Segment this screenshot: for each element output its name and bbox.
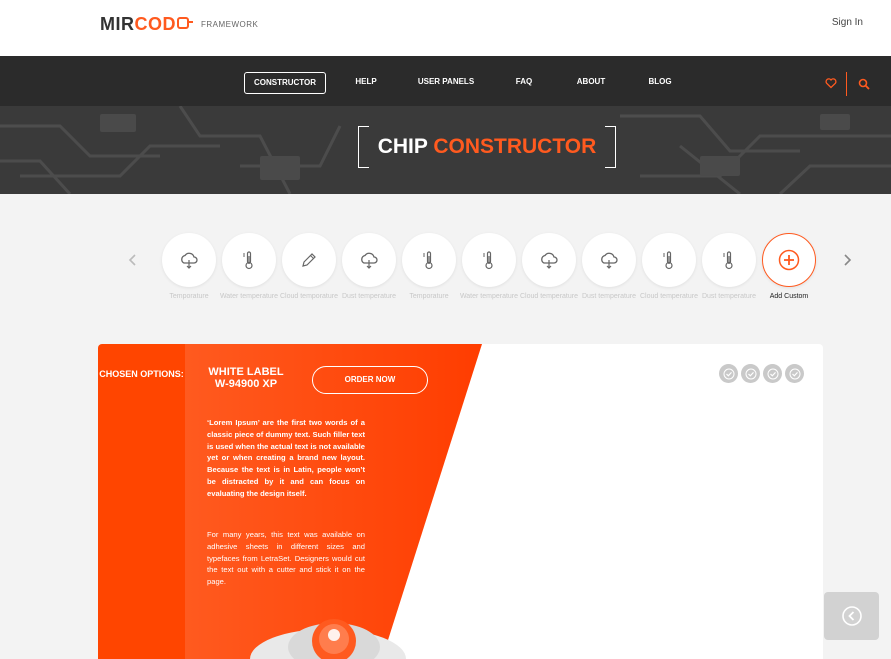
- search-icon[interactable]: [858, 77, 870, 90]
- chevron-left-circle-icon: [841, 606, 862, 626]
- thermometer-icon: [402, 233, 456, 287]
- sign-in-link[interactable]: Sign In: [832, 17, 863, 28]
- cloud-icon: [162, 233, 216, 287]
- sensor-item[interactable]: Water temperature: [459, 233, 519, 301]
- sensor-label: Temporature: [409, 293, 449, 300]
- sensor-label: Dust temperature: [341, 293, 397, 300]
- product-description-secondary: For many years, this text was available …: [207, 530, 365, 587]
- sensor-item[interactable]: Water temperature: [219, 233, 279, 301]
- logo[interactable]: MIR COD FRAMEWORK: [100, 14, 258, 35]
- carousel-prev-arrow[interactable]: [126, 250, 140, 270]
- cloud-icon: [582, 233, 636, 287]
- check-icon[interactable]: [719, 364, 738, 383]
- logo-text-mir: MIR: [100, 14, 135, 34]
- nav-item-constructor[interactable]: CONSTRUCTOR: [244, 72, 326, 94]
- check-icon[interactable]: [785, 364, 804, 383]
- nav-item-user-panels[interactable]: USER PANELS: [414, 72, 478, 94]
- sensor-item[interactable]: Dust temperature: [342, 233, 396, 301]
- chosen-options-label: CHOSEN OPTIONS:: [99, 369, 184, 379]
- sensor-label: Temporature: [169, 293, 209, 300]
- hero-title-frame: CHIP CONSTRUCTOR: [358, 126, 616, 168]
- add-custom-label: Add Custom: [769, 293, 809, 300]
- add-custom-button[interactable]: Add Custom: [762, 233, 816, 301]
- check-icon[interactable]: [741, 364, 760, 383]
- sensor-item[interactable]: Dust temperature: [582, 233, 636, 301]
- thermometer-icon: [702, 233, 756, 287]
- title-constructor: CONSTRUCTOR: [433, 135, 597, 158]
- sensor-item[interactable]: Dust temperature: [702, 233, 756, 301]
- sensor-label: Water temperature: [219, 293, 279, 300]
- nav-item-help[interactable]: HELP: [346, 72, 386, 94]
- sensor-item[interactable]: Cloud temperature: [640, 233, 698, 301]
- logo-chip-icon: [177, 17, 193, 29]
- product-card: CHOSEN OPTIONS: WHITE LABEL W-94900 XP O…: [98, 344, 823, 659]
- carousel-next-arrow[interactable]: [840, 250, 854, 270]
- product-description: ‘Lorem Ipsum’ are the first two words of…: [207, 418, 365, 498]
- thermometer-icon: [642, 233, 696, 287]
- main-nav: CONSTRUCTOR HELP USER PANELS FAQ ABOUT B…: [0, 56, 891, 106]
- product-title: WHITE LABEL W-94900 XP: [208, 366, 284, 390]
- title-chip: CHIP: [377, 135, 428, 158]
- order-now-button[interactable]: ORDER NOW: [312, 366, 428, 394]
- sensor-label: Cloud temperature: [640, 293, 698, 300]
- sensor-item[interactable]: Temporature: [402, 233, 456, 301]
- thermometer-icon: [462, 233, 516, 287]
- sensor-item[interactable]: Cloud temperature: [520, 233, 578, 301]
- heart-icon[interactable]: [825, 77, 837, 89]
- chip-product-image: [250, 619, 406, 659]
- cloud-icon: [522, 233, 576, 287]
- sensor-label: Cloud temporature: [280, 293, 338, 300]
- sensor-label: Dust temperature: [701, 293, 757, 300]
- check-icon[interactable]: [763, 364, 782, 383]
- sensor-item[interactable]: Temporature: [162, 233, 216, 301]
- nav-item-blog[interactable]: BLOG: [642, 72, 678, 94]
- nav-divider: [846, 72, 847, 96]
- thermometer-icon: [222, 233, 276, 287]
- sensor-label: Cloud temperature: [520, 293, 578, 300]
- logo-text-cod: COD: [134, 14, 176, 34]
- plus-circle-icon: [762, 233, 816, 287]
- logo-subtitle: FRAMEWORK: [201, 20, 259, 29]
- nav-item-about[interactable]: ABOUT: [570, 72, 612, 94]
- sensor-label: Water temperature: [459, 293, 519, 300]
- cloud-icon: [342, 233, 396, 287]
- hero-banner: CHIP CONSTRUCTOR: [0, 106, 891, 194]
- sensor-label: Dust temperature: [581, 293, 637, 300]
- back-button[interactable]: [824, 592, 879, 640]
- sensor-item[interactable]: Cloud temporature: [280, 233, 338, 301]
- chosen-options-panel: CHOSEN OPTIONS:: [98, 344, 185, 659]
- page-title: CHIP CONSTRUCTOR: [358, 135, 616, 159]
- nav-item-faq[interactable]: FAQ: [508, 72, 540, 94]
- top-bar: MIR COD FRAMEWORK Sign In: [0, 0, 891, 56]
- option-checks: [719, 364, 804, 383]
- pencil-icon: [282, 233, 336, 287]
